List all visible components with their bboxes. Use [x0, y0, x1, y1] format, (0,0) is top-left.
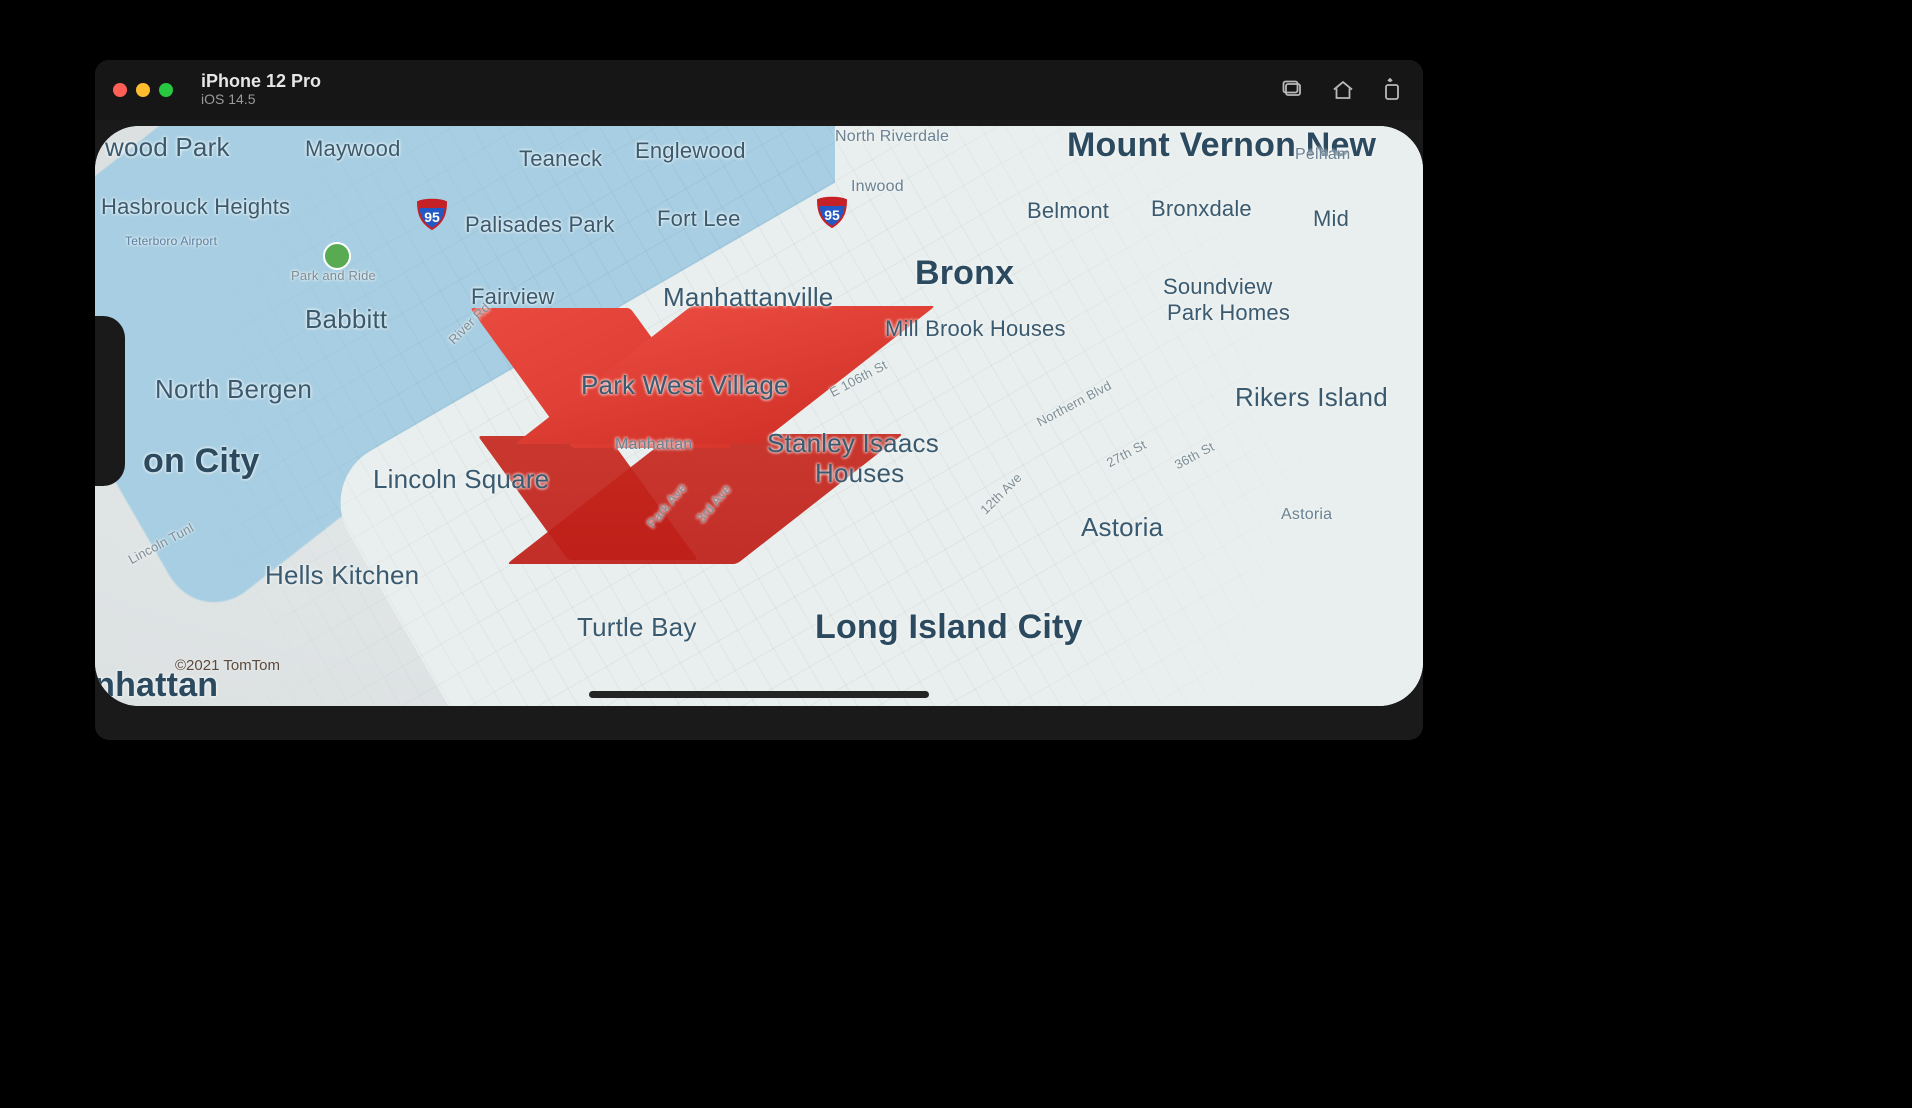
interstate-shield: 95 — [415, 198, 449, 230]
map-label: on City — [143, 442, 260, 481]
zoom-icon[interactable] — [159, 83, 173, 97]
device-notch — [95, 316, 125, 486]
map-label: North Bergen — [155, 374, 312, 405]
simulator-window: iPhone 12 Pro iOS 14.5 — [95, 60, 1423, 740]
os-version: iOS 14.5 — [201, 92, 321, 107]
map-label: Hasbrouck Heights — [101, 194, 290, 220]
map-label: Soundview — [1163, 274, 1272, 300]
map-label: Englewood — [635, 138, 746, 164]
map-label: Astoria — [1081, 512, 1163, 543]
map-label: Belmont — [1027, 198, 1109, 224]
map-label: Long Island City — [815, 608, 1083, 647]
map-label: Fort Lee — [657, 206, 741, 232]
park-and-ride-label: Park and Ride — [291, 268, 376, 283]
map-label: Teaneck — [519, 146, 602, 172]
title: iPhone 12 Pro iOS 14.5 — [201, 72, 321, 107]
map-label: Lincoln Square — [373, 464, 549, 495]
screenshot-icon[interactable] — [1281, 78, 1305, 102]
map-label: Park West Village — [581, 370, 789, 401]
map-label: Pelham — [1295, 146, 1350, 164]
map-label: Babbitt — [305, 304, 387, 335]
interstate-shield: 95 — [815, 196, 849, 228]
home-indicator[interactable] — [589, 691, 929, 698]
map-label: Houses — [815, 458, 904, 489]
map-label: Park Homes — [1167, 300, 1290, 326]
map-label: Stanley Isaacs — [767, 428, 939, 459]
map-label: Maywood — [305, 136, 401, 162]
map-label: Turtle Bay — [577, 612, 697, 643]
rotate-icon[interactable] — [1381, 78, 1405, 102]
window-controls[interactable] — [113, 83, 173, 97]
map-label: Inwood — [851, 178, 904, 196]
map-label: Palisades Park — [465, 212, 615, 238]
teterboro-label: Teterboro Airport — [125, 234, 217, 248]
map-label: Hells Kitchen — [265, 560, 419, 591]
map-label: North Riverdale — [835, 128, 949, 146]
close-icon[interactable] — [113, 83, 127, 97]
device-name: iPhone 12 Pro — [201, 72, 321, 92]
park-and-ride-icon[interactable] — [323, 242, 351, 270]
map-label: Manhattanville — [663, 282, 833, 313]
device-screen: 95 95 Park and Ride Teterboro Airport woo… — [95, 126, 1423, 706]
map-label: Rikers Island — [1235, 382, 1388, 413]
map-label: wood Park — [105, 132, 230, 163]
map-attribution: ©2021 TomTom — [175, 657, 280, 674]
map-label: Mid — [1313, 206, 1349, 232]
map-label: Bronx — [915, 254, 1014, 293]
home-icon[interactable] — [1331, 78, 1355, 102]
minimize-icon[interactable] — [136, 83, 150, 97]
map-label: Mill Brook Houses — [885, 316, 1066, 342]
map-canvas[interactable]: 95 95 Park and Ride Teterboro Airport woo… — [95, 126, 1423, 706]
titlebar: iPhone 12 Pro iOS 14.5 — [95, 60, 1423, 120]
map-label: Bronxdale — [1151, 196, 1252, 222]
map-label: Manhattan — [615, 436, 692, 454]
map-label: Astoria — [1281, 506, 1332, 524]
